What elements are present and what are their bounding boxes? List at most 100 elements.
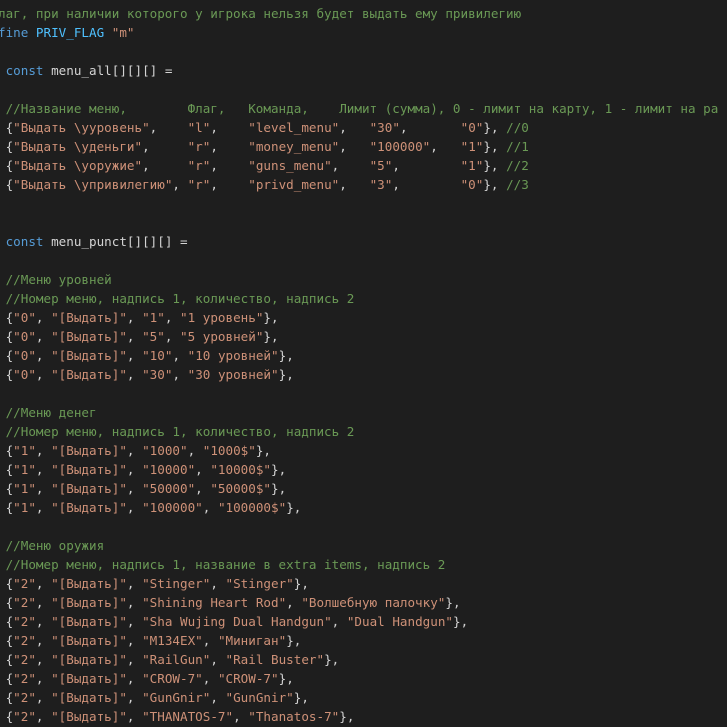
code-text: { (5, 595, 14, 610)
code-line[interactable]: {"0", "[Выдать]", "30", "30 уровней"}, (0, 365, 727, 384)
code-line[interactable]: {"Выдать \yоружие", "r", "guns_menu", "5… (0, 156, 727, 175)
code-line[interactable]: {"2", "[Выдать]", "RailGun", "Rail Buste… (0, 650, 727, 669)
code-comment: //0 (506, 120, 529, 135)
code-text: }, (278, 348, 294, 363)
code-line[interactable]: //Меню уровней (0, 270, 727, 289)
code-string: "[Выдать]" (51, 690, 127, 705)
code-line[interactable]: //Название меню, Флаг, Команда, Лимит (с… (0, 99, 727, 118)
code-macro: PRIV_FLAG (35, 25, 105, 40)
code-line[interactable]: {"1", "[Выдать]", "10000", "10000$"}, (0, 460, 727, 479)
code-line[interactable]: //Меню денег (0, 403, 727, 422)
code-comment: //2 (506, 158, 529, 173)
code-text: , (339, 120, 370, 135)
code-text: , (126, 595, 143, 610)
code-text: , (126, 576, 143, 591)
code-string: "Волшебную палочку" (301, 595, 446, 610)
code-line[interactable]: {"2", "[Выдать]", "M134EX", "Миниган"}, (0, 631, 727, 650)
code-text: , (35, 652, 52, 667)
code-string: "0" (13, 310, 36, 325)
code-string: "2" (13, 709, 36, 724)
code-line[interactable]: const menu_all[][][] = (0, 61, 727, 80)
code-text: { (5, 652, 14, 667)
code-text: }, (293, 690, 309, 705)
code-editor[interactable]: лаг, при наличии которого у игрока нельз… (0, 0, 727, 727)
code-text: , (164, 329, 181, 344)
code-keyword: fine (0, 25, 36, 40)
code-line[interactable]: ​ (0, 194, 727, 213)
code-line[interactable]: //Номер меню, надпись 1, название в extr… (0, 555, 727, 574)
code-text: , (210, 690, 226, 705)
code-string: "5" (369, 158, 393, 173)
code-text: { (5, 443, 14, 458)
code-line[interactable]: ​ (0, 517, 727, 536)
code-line[interactable]: лаг, при наличии которого у игрока нельз… (0, 4, 727, 23)
code-text: }, (483, 177, 507, 192)
code-line[interactable]: {"0", "[Выдать]", "1", "1 уровень"}, (0, 308, 727, 327)
code-string: "THANATOS-7" (142, 709, 234, 724)
code-text: }, (271, 481, 287, 496)
code-line[interactable]: {"0", "[Выдать]", "10", "10 уровней"}, (0, 346, 727, 365)
code-string: "level_menu" (248, 120, 340, 135)
code-string: "[Выдать]" (51, 462, 127, 477)
code-text: , (195, 481, 211, 496)
code-string: "10" (142, 348, 173, 363)
code-line[interactable]: ​ (0, 213, 727, 232)
code-text: , (202, 500, 218, 515)
code-string: "[Выдать]" (51, 652, 127, 667)
code-string: "r" (187, 139, 211, 154)
code-string: "GunGnir" (225, 690, 294, 705)
code-line[interactable]: {"1", "[Выдать]", "50000", "50000$"}, (0, 479, 727, 498)
code-text: , (126, 500, 143, 515)
code-line[interactable]: fine PRIV_FLAG "m" (0, 23, 727, 42)
code-line[interactable]: ​ (0, 42, 727, 61)
code-string: "0" (13, 367, 36, 382)
code-text: }, (483, 158, 507, 173)
code-text: { (5, 310, 14, 325)
code-comment: лаг, при наличии которого у игрока нельз… (0, 6, 522, 21)
code-text: , (126, 633, 143, 648)
code-line[interactable]: {"0", "[Выдать]", "5", "5 уровней"}, (0, 327, 727, 346)
code-text: }, (286, 633, 302, 648)
code-string: "50000$" (210, 481, 272, 496)
code-line[interactable]: {"2", "[Выдать]", "Shining Heart Rod", "… (0, 593, 727, 612)
code-string: "[Выдать]" (51, 329, 127, 344)
code-string: "10 уровней" (187, 348, 279, 363)
code-line[interactable]: {"2", "[Выдать]", "CROW-7", "CROW-7"}, (0, 669, 727, 688)
code-string: "Sha Wujing Dual Handgun" (142, 614, 332, 629)
code-text: menu_all[][][] = (43, 63, 173, 78)
code-text: , (187, 443, 203, 458)
code-line[interactable]: //Номер меню, надпись 1, количество, над… (0, 422, 727, 441)
code-line[interactable]: ​ (0, 384, 727, 403)
code-line[interactable]: //Номер меню, надпись 1, количество, над… (0, 289, 727, 308)
code-line[interactable]: const menu_punct[][][] = (0, 232, 727, 251)
code-text: , (210, 158, 249, 173)
code-line[interactable]: ​ (0, 80, 727, 99)
code-comment: //Название меню, Флаг, Команда, Лимит (с… (5, 101, 719, 116)
code-line[interactable]: {"1", "[Выдать]", "1000", "1000$"}, (0, 441, 727, 460)
code-line[interactable]: {"2", "[Выдать]", "THANATOS-7", "Thanato… (0, 707, 727, 726)
code-string: "Выдать \yпривилегию" (13, 177, 173, 192)
code-string: "2" (13, 595, 36, 610)
code-line[interactable]: {"Выдать \yуровень", "l", "level_menu", … (0, 118, 727, 137)
code-line[interactable]: //Меню оружия (0, 536, 727, 555)
code-line[interactable]: {"2", "[Выдать]", "GunGnir", "GunGnir"}, (0, 688, 727, 707)
code-text-area[interactable]: лаг, при наличии которого у игрока нельз… (0, 4, 727, 726)
code-line[interactable]: {"2", "[Выдать]", "Sha Wujing Dual Handg… (0, 612, 727, 631)
code-text: { (5, 139, 14, 154)
code-line[interactable]: {"Выдать \yпривилегию", "r", "privd_menu… (0, 175, 727, 194)
code-line[interactable]: {"2", "[Выдать]", "Stinger", "Stinger"}, (0, 574, 727, 593)
code-keyword: const (5, 63, 44, 78)
code-text: , (210, 652, 226, 667)
code-string: "2" (13, 671, 36, 686)
code-line[interactable]: {"Выдать \yденьги", "r", "money_menu", "… (0, 137, 727, 156)
code-text: , (126, 671, 143, 686)
code-string: "2" (13, 633, 36, 648)
code-line[interactable]: {"1", "[Выдать]", "100000", "100000$"}, (0, 498, 727, 517)
code-text: , (233, 709, 249, 724)
code-text: , (195, 462, 211, 477)
code-string: "1" (460, 139, 484, 154)
code-comment: //Меню оружия (5, 538, 105, 553)
code-string: "3" (369, 177, 393, 192)
code-line[interactable]: ​ (0, 251, 727, 270)
